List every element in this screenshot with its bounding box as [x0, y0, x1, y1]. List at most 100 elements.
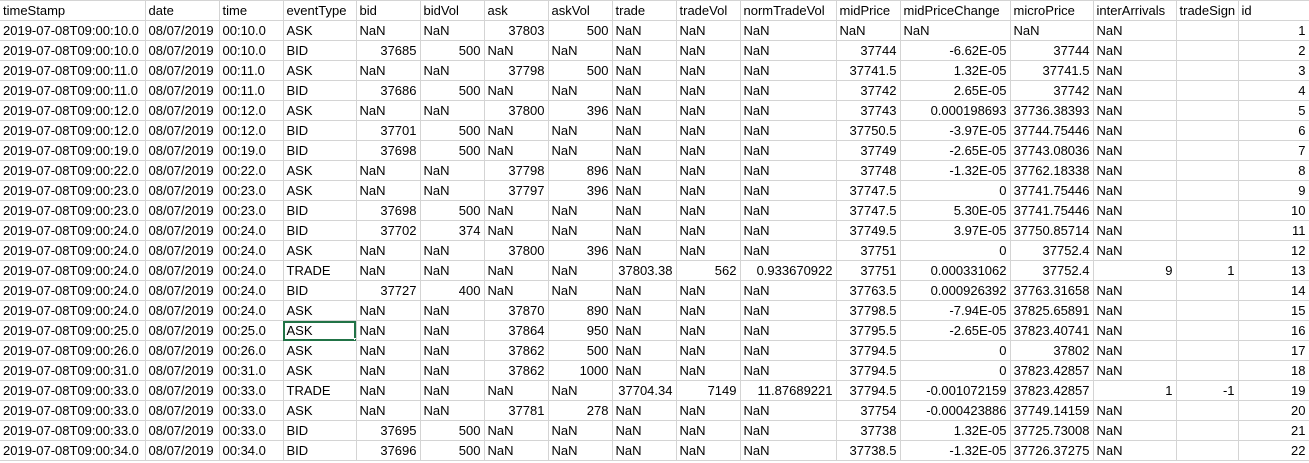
- grid-cell[interactable]: [1176, 320, 1239, 341]
- grid-cell[interactable]: NaN: [1093, 140, 1177, 161]
- grid-cell[interactable]: NaN: [484, 440, 549, 461]
- grid-cell[interactable]: ASK: [283, 20, 357, 41]
- grid-cell[interactable]: 37798: [484, 60, 549, 81]
- grid-cell[interactable]: NaN: [612, 200, 677, 221]
- grid-cell[interactable]: 14: [1238, 280, 1309, 301]
- grid-cell[interactable]: NaN: [676, 180, 741, 201]
- grid-cell[interactable]: NaN: [484, 380, 549, 401]
- selected-cell[interactable]: ASK: [283, 320, 357, 341]
- grid-cell[interactable]: NaN: [356, 340, 421, 361]
- column-header-cell[interactable]: eventType: [283, 0, 357, 21]
- grid-cell[interactable]: NaN: [356, 400, 421, 421]
- grid-cell[interactable]: NaN: [836, 20, 901, 41]
- grid-cell[interactable]: 08/07/2019: [145, 420, 220, 441]
- grid-cell[interactable]: 37864: [484, 320, 549, 341]
- grid-cell[interactable]: BID: [283, 220, 357, 241]
- grid-cell[interactable]: -3.97E-05: [900, 120, 1011, 141]
- column-header-cell[interactable]: midPriceChange: [900, 0, 1011, 21]
- grid-cell[interactable]: 37763.5: [836, 280, 901, 301]
- grid-cell[interactable]: NaN: [1093, 220, 1177, 241]
- grid-cell[interactable]: 8: [1238, 160, 1309, 181]
- column-header-cell[interactable]: date: [145, 0, 220, 21]
- column-header-cell[interactable]: ask: [484, 0, 549, 21]
- grid-cell[interactable]: 08/07/2019: [145, 140, 220, 161]
- grid-cell[interactable]: 37701: [356, 120, 421, 141]
- column-header-cell[interactable]: tradeVol: [676, 0, 741, 21]
- grid-cell[interactable]: 2019-07-08T09:00:11.0: [0, 80, 146, 101]
- grid-cell[interactable]: 37862: [484, 340, 549, 361]
- grid-cell[interactable]: 00:24.0: [219, 240, 284, 261]
- grid-cell[interactable]: 00:24.0: [219, 260, 284, 281]
- grid-cell[interactable]: NaN: [420, 300, 485, 321]
- grid-cell[interactable]: NaN: [420, 380, 485, 401]
- grid-cell[interactable]: 08/07/2019: [145, 280, 220, 301]
- grid-cell[interactable]: 08/07/2019: [145, 260, 220, 281]
- grid-cell[interactable]: 08/07/2019: [145, 200, 220, 221]
- grid-cell[interactable]: -7.94E-05: [900, 300, 1011, 321]
- grid-cell[interactable]: ASK: [283, 180, 357, 201]
- grid-cell[interactable]: 00:24.0: [219, 280, 284, 301]
- grid-cell[interactable]: NaN: [676, 300, 741, 321]
- grid-cell[interactable]: NaN: [612, 320, 677, 341]
- grid-cell[interactable]: 37738.5: [836, 440, 901, 461]
- grid-cell[interactable]: 00:34.0: [219, 440, 284, 461]
- grid-cell[interactable]: 37823.42857: [1010, 360, 1094, 381]
- grid-cell[interactable]: 950: [548, 320, 613, 341]
- grid-cell[interactable]: NaN: [420, 260, 485, 281]
- grid-cell[interactable]: NaN: [356, 360, 421, 381]
- grid-cell[interactable]: NaN: [356, 240, 421, 261]
- grid-cell[interactable]: 396: [548, 100, 613, 121]
- grid-cell[interactable]: 37870: [484, 300, 549, 321]
- grid-cell[interactable]: [1176, 80, 1239, 101]
- grid-cell[interactable]: 400: [420, 280, 485, 301]
- grid-cell[interactable]: NaN: [1093, 400, 1177, 421]
- grid-cell[interactable]: 00:11.0: [219, 60, 284, 81]
- grid-cell[interactable]: NaN: [676, 220, 741, 241]
- grid-cell[interactable]: [1176, 200, 1239, 221]
- grid-cell[interactable]: NaN: [676, 60, 741, 81]
- grid-cell[interactable]: NaN: [900, 20, 1011, 41]
- grid-cell[interactable]: 1: [1238, 20, 1309, 41]
- grid-cell[interactable]: 2019-07-08T09:00:33.0: [0, 380, 146, 401]
- grid-cell[interactable]: 500: [420, 200, 485, 221]
- grid-cell[interactable]: 12: [1238, 240, 1309, 261]
- column-header-cell[interactable]: bidVol: [420, 0, 485, 21]
- grid-cell[interactable]: NaN: [484, 420, 549, 441]
- grid-cell[interactable]: NaN: [1093, 240, 1177, 261]
- grid-cell[interactable]: 08/07/2019: [145, 360, 220, 381]
- grid-cell[interactable]: NaN: [740, 80, 837, 101]
- grid-cell[interactable]: 08/07/2019: [145, 320, 220, 341]
- grid-cell[interactable]: 6: [1238, 120, 1309, 141]
- grid-cell[interactable]: -0.001072159: [900, 380, 1011, 401]
- grid-cell[interactable]: 00:26.0: [219, 340, 284, 361]
- grid-cell[interactable]: 00:11.0: [219, 80, 284, 101]
- grid-cell[interactable]: NaN: [612, 340, 677, 361]
- grid-cell[interactable]: NaN: [356, 100, 421, 121]
- grid-cell[interactable]: NaN: [740, 360, 837, 381]
- grid-cell[interactable]: 278: [548, 400, 613, 421]
- grid-cell[interactable]: [1176, 360, 1239, 381]
- grid-cell[interactable]: NaN: [676, 240, 741, 261]
- grid-cell[interactable]: 7149: [676, 380, 741, 401]
- grid-cell[interactable]: NaN: [484, 280, 549, 301]
- grid-cell[interactable]: NaN: [548, 280, 613, 301]
- grid-cell[interactable]: 08/07/2019: [145, 160, 220, 181]
- grid-cell[interactable]: NaN: [1093, 100, 1177, 121]
- grid-cell[interactable]: 37800: [484, 240, 549, 261]
- column-header-cell[interactable]: interArrivals: [1093, 0, 1177, 21]
- grid-cell[interactable]: 08/07/2019: [145, 80, 220, 101]
- grid-cell[interactable]: NaN: [612, 140, 677, 161]
- grid-cell[interactable]: NaN: [612, 80, 677, 101]
- grid-cell[interactable]: NaN: [548, 420, 613, 441]
- grid-cell[interactable]: 37795.5: [836, 320, 901, 341]
- grid-cell[interactable]: 500: [420, 420, 485, 441]
- grid-cell[interactable]: 08/07/2019: [145, 240, 220, 261]
- grid-cell[interactable]: 37741.75446: [1010, 180, 1094, 201]
- grid-cell[interactable]: NaN: [740, 420, 837, 441]
- grid-cell[interactable]: BID: [283, 120, 357, 141]
- grid-cell[interactable]: NaN: [1093, 120, 1177, 141]
- grid-cell[interactable]: 00:33.0: [219, 380, 284, 401]
- grid-cell[interactable]: NaN: [1093, 80, 1177, 101]
- grid-cell[interactable]: NaN: [1093, 420, 1177, 441]
- grid-cell[interactable]: 08/07/2019: [145, 20, 220, 41]
